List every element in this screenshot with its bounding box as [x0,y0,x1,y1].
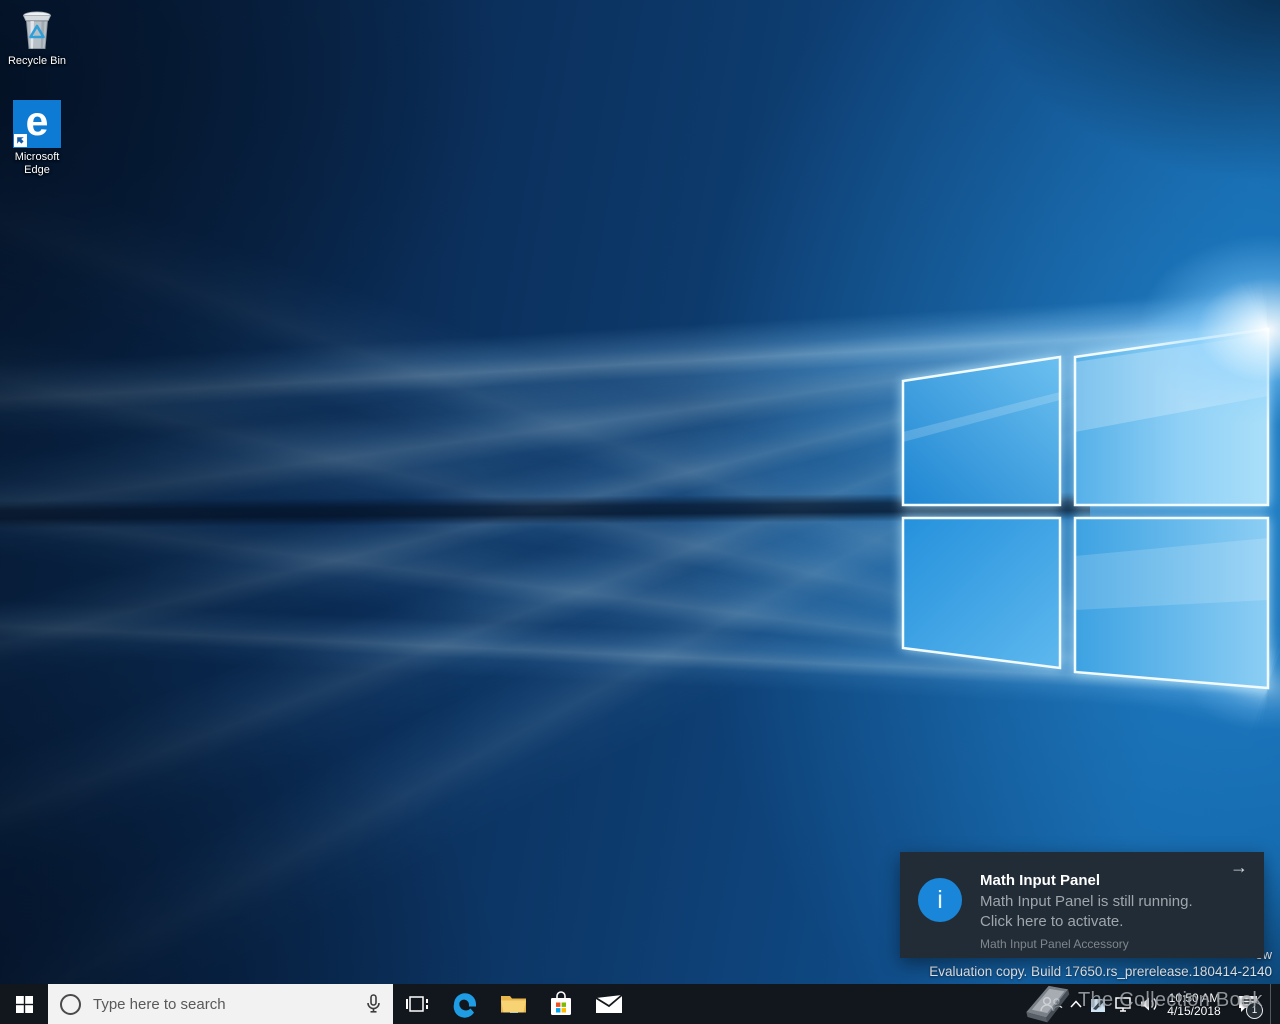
microphone-icon[interactable] [366,994,381,1014]
taskbar-spacer [633,984,1036,1024]
task-view-icon [406,996,428,1012]
people-button[interactable] [1036,984,1066,1024]
desktop-icon-label: Recycle Bin [7,55,67,67]
desktop-icon-recycle-bin[interactable]: Recycle Bin [1,6,73,68]
toast-expand-arrow-icon[interactable]: → [1230,858,1248,876]
action-center-button[interactable]: 1 [1226,984,1270,1024]
toast-body: Math Input Panel Math Input Panel is sti… [980,872,1230,951]
store-icon [551,991,571,1015]
taskbar: 10:50 AM 4/15/2018 1 [0,984,1280,1024]
volume-button[interactable] [1136,984,1162,1024]
notification-count-badge: 1 [1246,1002,1263,1019]
file-explorer-button[interactable] [489,984,537,1024]
recycle-bin-icon [22,11,52,49]
toast-message-line: Math Input Panel is still running. [980,893,1193,910]
show-hidden-icons-button[interactable] [1066,984,1086,1024]
task-view-button[interactable] [393,984,441,1024]
mail-button[interactable] [585,984,633,1024]
notification-toast[interactable]: → i Math Input Panel Math Input Panel is… [900,852,1264,958]
evaluation-copy-text: Evaluation copy. Build 17650.rs_prerelea… [929,964,1272,979]
people-icon [1040,996,1063,1012]
windows-ink-button[interactable] [1086,984,1110,1024]
search-input[interactable] [91,994,356,1014]
windows-logo-icon [15,995,33,1013]
network-button[interactable] [1110,984,1136,1024]
mail-icon [595,994,623,1013]
desktop: Recycle Bin e Microsoft Edge → i Math In… [0,0,1280,1024]
toast-title: Math Input Panel [980,872,1100,889]
start-button[interactable] [0,984,48,1024]
edge-tile-icon: e [13,100,61,148]
cortana-icon [60,993,81,1015]
info-icon: i [918,878,962,922]
taskbar-edge-button[interactable] [441,984,489,1024]
chevron-up-icon [1070,1000,1082,1008]
microsoft-store-button[interactable] [537,984,585,1024]
edge-icon [453,993,477,1018]
clock-time: 10:50 AM [1168,990,1220,1005]
speaker-icon [1141,997,1157,1011]
desktop-icon-label: Microsoft Edge [14,151,60,177]
toast-message-line: Click here to activate. [980,913,1124,931]
file-explorer-icon [500,996,526,1013]
shortcut-arrow-icon [14,134,27,147]
taskbar-search-box[interactable] [48,984,393,1024]
clock-date: 4/15/2018 [1167,1003,1221,1018]
taskbar-clock[interactable]: 10:50 AM 4/15/2018 [1162,991,1226,1018]
windows-ink-icon [1090,997,1105,1012]
desktop-icon-microsoft-edge[interactable]: e Microsoft Edge [1,100,73,177]
edge-e-glyph: e [25,98,49,144]
system-tray: 10:50 AM 4/15/2018 1 [1036,984,1280,1024]
show-desktop-button[interactable] [1270,984,1280,1024]
network-icon [1114,997,1131,1012]
toast-attribution: Math Input Panel Accessory [980,937,1129,952]
